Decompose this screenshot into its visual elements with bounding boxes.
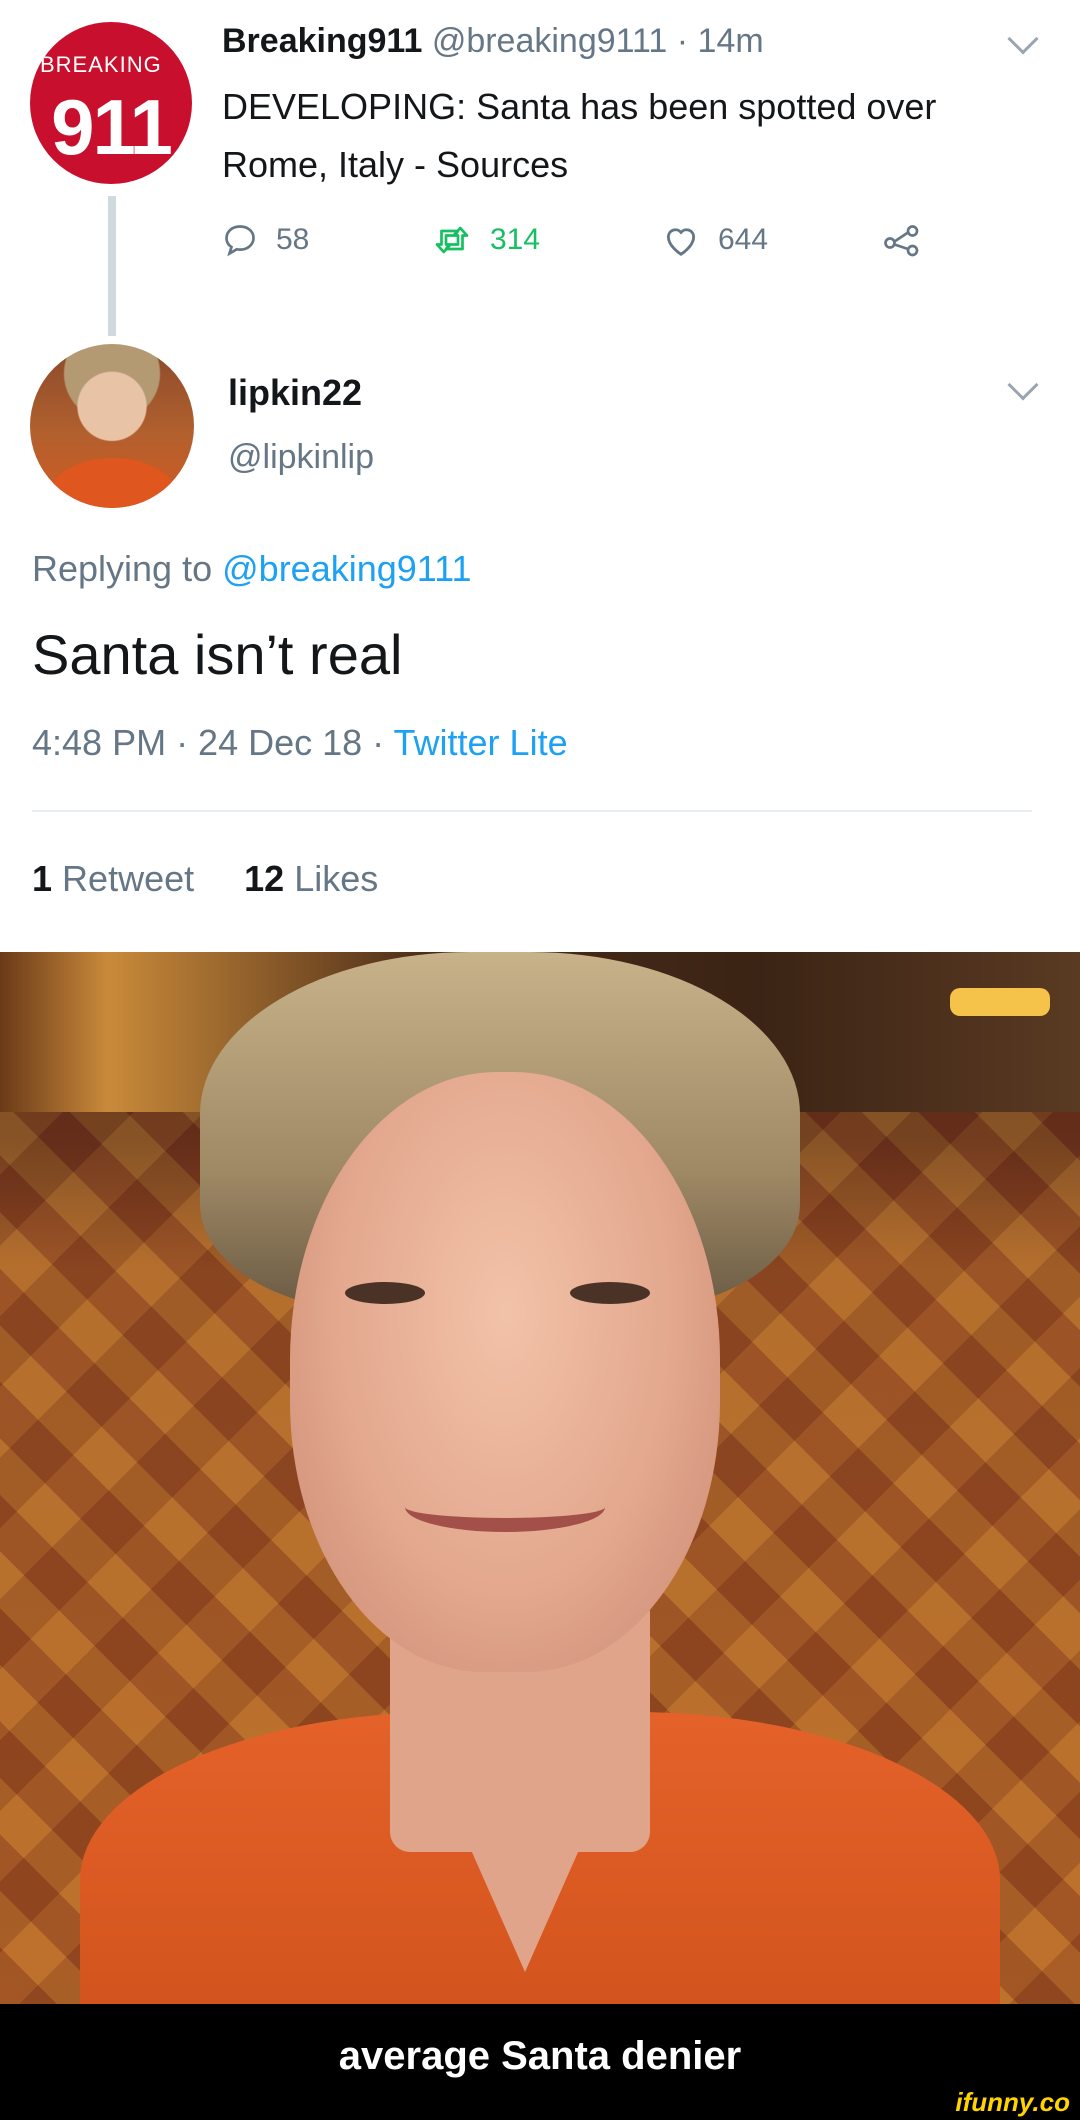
tweet-actions: 58 314 644 — [222, 222, 982, 272]
share-icon — [884, 225, 919, 257]
caret-down-icon[interactable] — [1007, 23, 1039, 55]
photo-face — [290, 1072, 720, 1672]
handle-time: @breaking9111 · 14m — [431, 22, 764, 60]
divider — [32, 810, 1032, 812]
breaking911-avatar[interactable]: BREAKING 911 — [30, 22, 192, 184]
retweet-stat-label: Retweet — [62, 858, 195, 899]
lipkin22-avatar[interactable] — [30, 344, 194, 508]
avatar-logo-number: 911 — [51, 83, 173, 171]
reply-handle[interactable]: @lipkinlip — [228, 438, 374, 477]
attached-photo[interactable] — [0, 952, 1080, 2004]
retweets-stat[interactable]: 1 Retweet — [32, 858, 194, 899]
reply-text: Santa isn’t real — [32, 623, 403, 686]
retweet-icon — [435, 226, 469, 254]
replying-handle-link[interactable]: @breaking9111 — [222, 548, 471, 589]
retweet-count: 314 — [490, 223, 541, 256]
replying-prefix: Replying to — [32, 548, 213, 589]
replying-to: Replying to @breaking9111 — [32, 548, 472, 590]
retweet-stat-count: 1 — [32, 858, 53, 899]
reply-client-link[interactable]: Twitter Lite — [394, 722, 568, 763]
reply-display-name[interactable]: lipkin22 — [228, 372, 362, 414]
engagement-counts: 1 Retweet 12 Likes — [32, 858, 378, 900]
like-count: 644 — [718, 223, 769, 256]
avatar-shirt — [48, 458, 178, 508]
like-icon — [666, 228, 696, 256]
photo-eye-right — [570, 1282, 650, 1304]
reply-count: 58 — [276, 223, 310, 256]
ifunny-watermark: ifunny.co — [955, 2087, 1070, 2117]
likes-stat[interactable]: 12 Likes — [244, 858, 378, 899]
reply-meta: 4:48 PM · 24 Dec 18 · Twitter Lite — [32, 722, 568, 764]
thread-line — [108, 196, 116, 336]
caption-text: average Santa denier — [338, 2034, 742, 2078]
like-stat-label: Likes — [294, 858, 379, 899]
retweet-button[interactable]: 314 — [432, 222, 540, 258]
share-button[interactable] — [882, 222, 940, 258]
display-name[interactable]: Breaking911 — [222, 22, 422, 60]
caret-down-icon[interactable] — [1007, 369, 1039, 401]
tweet-text: DEVELOPING: Santa has been spotted over … — [222, 86, 937, 185]
top-tweet[interactable]: BREAKING 911 Breaking911 @breaking9111 ·… — [0, 0, 1080, 336]
caption-bar: average Santa denier ifunny.co — [0, 2004, 1080, 2120]
reply-icon — [225, 225, 255, 257]
photo-lamp — [950, 988, 1050, 1016]
photo-mouth — [405, 1482, 605, 1532]
photo-eye-left — [345, 1282, 425, 1304]
tweet-header: Breaking911 @breaking9111 · 14m — [222, 22, 764, 61]
avatar-logo-text: BREAKING — [40, 52, 162, 77]
like-button[interactable]: 644 — [662, 222, 768, 258]
reply-timestamp[interactable]: 4:48 PM · 24 Dec 18 · — [32, 722, 384, 763]
reply-button[interactable]: 58 — [222, 222, 309, 258]
like-stat-count: 12 — [244, 858, 285, 899]
